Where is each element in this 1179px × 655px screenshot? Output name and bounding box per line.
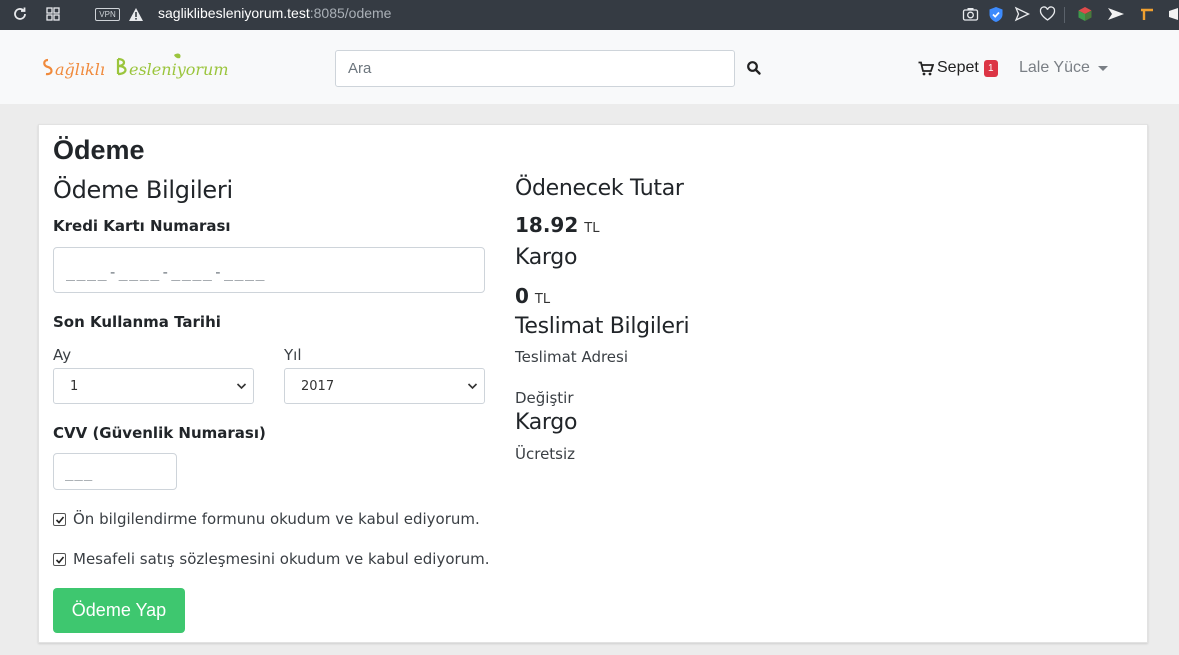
cargo-heading: Kargo [515, 410, 578, 435]
card-number-placeholder: ____-____-____-____ [66, 263, 267, 281]
toolbar-separator [1064, 7, 1065, 23]
preliminary-info-consent[interactable]: Ön bilgilendirme formunu okudum ve kabul… [53, 510, 480, 528]
camera-icon[interactable] [962, 6, 979, 26]
month-select-value: 1 [70, 379, 79, 394]
site-logo[interactable]: ağlıklı esleniyorum [42, 52, 238, 86]
year-select[interactable]: 2017 [284, 368, 485, 404]
delivery-address: Teslimat Adresi [515, 348, 629, 366]
cart-count-badge: 1 [983, 59, 998, 77]
delivery-info-heading: Teslimat Bilgileri [515, 314, 690, 339]
amount-currency: TL [584, 221, 600, 236]
browser-toolbar: VPN sagliklibesleniyorum.test:8085/odeme [0, 0, 1179, 30]
preliminary-info-checkbox[interactable] [53, 512, 66, 526]
orange-extension-icon[interactable] [1139, 6, 1155, 26]
cart-link[interactable]: Sepet 1 [918, 57, 998, 79]
chevron-down-icon [236, 383, 247, 390]
distance-sales-checkbox[interactable] [53, 552, 66, 566]
shipping-cost: 0 TL [515, 284, 550, 308]
url-host: sagliklibesleniyorum.test [158, 5, 310, 21]
svg-text:esleniyorum: esleniyorum [129, 60, 228, 79]
month-label: Ay [53, 346, 72, 364]
flag-extension-icon[interactable] [1107, 6, 1125, 26]
cube-extension-icon[interactable] [1077, 6, 1093, 26]
payment-info-heading: Ödeme Bilgileri [53, 176, 233, 204]
preliminary-info-label: Ön bilgilendirme formunu okudum ve kabul… [73, 510, 480, 528]
not-secure-warning-icon[interactable] [128, 7, 144, 26]
cvv-input[interactable]: ___ [53, 453, 177, 490]
caret-down-icon [1097, 65, 1108, 71]
card-number-input[interactable]: ____-____-____-____ [53, 247, 485, 293]
shield-icon[interactable] [988, 6, 1004, 27]
reload-icon[interactable] [12, 6, 28, 26]
pay-button[interactable]: Ödeme Yap [53, 588, 185, 633]
expiry-date-label: Son Kullanma Tarihi [53, 313, 221, 331]
page-title: Ödeme [53, 135, 145, 165]
shopping-cart-icon [918, 61, 934, 75]
amount-total: 18.92 TL [515, 213, 599, 237]
cart-label: Sepet [937, 59, 979, 76]
heart-icon[interactable] [1039, 6, 1056, 26]
distance-sales-label: Mesafeli satış sözleşmesini okudum ve ka… [73, 550, 490, 568]
amount-value: 18.92 [515, 213, 579, 237]
year-select-value: 2017 [301, 379, 335, 394]
shipping-heading: Kargo [515, 245, 578, 270]
send-icon[interactable] [1014, 6, 1031, 26]
url-path: :8085/odeme [309, 5, 392, 21]
shipping-value: 0 [515, 284, 529, 308]
search-button[interactable] [738, 54, 770, 84]
speed-dial-icon[interactable] [45, 6, 61, 26]
extension-icon[interactable] [1168, 6, 1179, 26]
cvv-label: CVV (Güvenlik Numarası) [53, 424, 266, 442]
month-select[interactable]: 1 [53, 368, 254, 404]
cvv-placeholder: ___ [65, 465, 94, 481]
chevron-down-icon [467, 383, 478, 390]
svg-text:ağlıklı: ağlıklı [55, 60, 105, 79]
year-label: Yıl [284, 346, 302, 364]
address-bar[interactable]: sagliklibesleniyorum.test:8085/odeme [158, 5, 391, 21]
checkmark-icon [55, 555, 65, 564]
distance-sales-consent[interactable]: Mesafeli satış sözleşmesini okudum ve ka… [53, 550, 490, 568]
user-name: Lale Yüce [1019, 59, 1090, 76]
checkmark-icon [55, 515, 65, 524]
search-input[interactable] [335, 50, 735, 87]
amount-heading: Ödenecek Tutar [515, 176, 684, 201]
vpn-badge[interactable]: VPN [95, 8, 120, 21]
user-menu-dropdown[interactable]: Lale Yüce [1019, 59, 1108, 77]
search-icon [747, 60, 761, 75]
card-number-label: Kredi Kartı Numarası [53, 217, 231, 235]
change-address-link[interactable]: Değiştir [515, 389, 574, 407]
cargo-value: Ücretsiz [515, 445, 576, 463]
shipping-currency: TL [534, 292, 551, 307]
